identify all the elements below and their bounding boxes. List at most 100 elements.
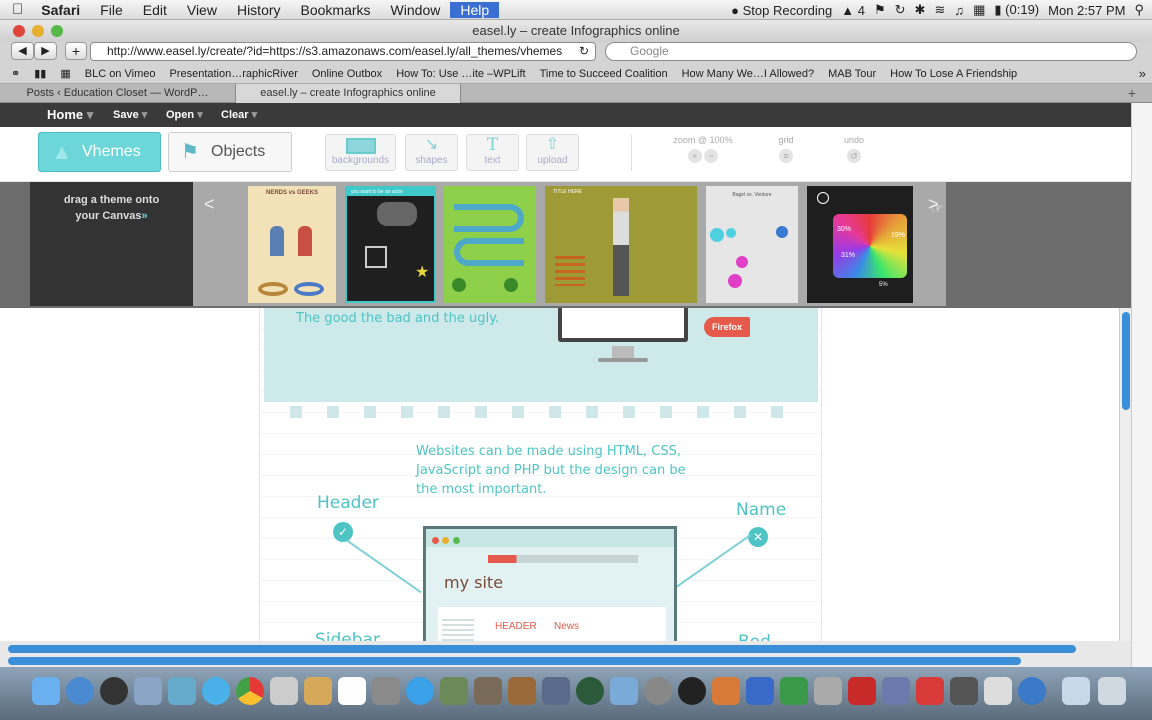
- tab-education-closet[interactable]: Posts ‹ Education Closet — WordP…: [0, 84, 236, 103]
- battery-status[interactable]: ▮ (0:19): [994, 2, 1039, 18]
- reading-list-icon[interactable]: ⚭: [0, 67, 27, 80]
- shapes-button[interactable]: ↘ shapes: [405, 134, 458, 171]
- theme-thumbnail-actor[interactable]: you want to be an actor ★: [345, 186, 436, 303]
- theme-thumbnail-bagel[interactable]: Bagel vs. Venture: [706, 186, 798, 303]
- chrome-icon[interactable]: [236, 677, 264, 705]
- bookmark-item[interactable]: How To Lose A Friendship: [883, 68, 1024, 80]
- menu-file[interactable]: File: [90, 2, 133, 18]
- bookmark-item[interactable]: Presentation…raphicRiver: [162, 68, 304, 80]
- downloads-stack-icon[interactable]: [1062, 677, 1090, 705]
- globe-icon[interactable]: [1018, 677, 1046, 705]
- body-label[interactable]: Bod: [738, 632, 771, 641]
- header-label[interactable]: Header: [317, 493, 379, 513]
- websites-text[interactable]: Websites can be made using HTML, CSS, Ja…: [416, 442, 686, 499]
- canvas-page[interactable]: The good the bad and the ugly. Firefox W…: [259, 308, 822, 641]
- reload-icon[interactable]: ↻: [579, 44, 589, 58]
- menu-window[interactable]: Window: [381, 2, 451, 18]
- menu-view[interactable]: View: [177, 2, 227, 18]
- excel-icon[interactable]: [780, 677, 808, 705]
- check-icon[interactable]: ✓: [333, 522, 353, 542]
- zoom-in-icon[interactable]: +: [687, 149, 702, 163]
- menu-safari[interactable]: Safari: [31, 2, 90, 18]
- acrobat-icon[interactable]: [848, 677, 876, 705]
- mockup-news-link[interactable]: News: [554, 621, 579, 632]
- close-x-icon[interactable]: ✕: [748, 527, 768, 547]
- add-bookmark-button[interactable]: +: [65, 42, 87, 60]
- apple-menu-icon[interactable]: : [0, 1, 31, 18]
- garageband-icon[interactable]: [508, 677, 536, 705]
- system-preferences-icon[interactable]: [644, 677, 672, 705]
- browser-mockup[interactable]: my site HEADER News: [423, 526, 677, 641]
- image-capture-icon[interactable]: [814, 677, 842, 705]
- time-machine-icon[interactable]: [576, 677, 604, 705]
- spotlight-icon[interactable]: ⚲: [1134, 2, 1144, 18]
- objects-button[interactable]: ⚑ Objects: [168, 132, 292, 172]
- stickies-icon[interactable]: [712, 677, 740, 705]
- mockup-header-link[interactable]: HEADER: [495, 621, 537, 632]
- minimize-window-button[interactable]: [32, 25, 44, 37]
- bookmark-item[interactable]: How Many We…I Allowed?: [675, 68, 821, 80]
- safari-icon[interactable]: [202, 677, 230, 705]
- camera-icon[interactable]: [678, 677, 706, 705]
- calendar-icon[interactable]: ▦: [973, 2, 985, 18]
- text-button[interactable]: T text: [466, 134, 519, 171]
- bookmark-item[interactable]: MAB Tour: [821, 68, 883, 80]
- imovie-icon[interactable]: [474, 677, 502, 705]
- name-label[interactable]: Name: [736, 500, 786, 520]
- grid-icon[interactable]: ≡: [779, 149, 793, 163]
- folder-icon[interactable]: [610, 677, 638, 705]
- script-editor-icon[interactable]: [882, 677, 910, 705]
- themes-prev-button[interactable]: <: [204, 194, 215, 215]
- back-button[interactable]: ◀: [11, 42, 34, 60]
- sync-icon[interactable]: ↻: [895, 2, 906, 18]
- theme-thumbnail-road[interactable]: [444, 186, 536, 303]
- address-book-icon[interactable]: [304, 677, 332, 705]
- mission-control-icon[interactable]: [542, 677, 570, 705]
- url-field[interactable]: http://www.easel.ly/create/?id=https://s…: [90, 42, 596, 61]
- app-store-icon[interactable]: [66, 677, 94, 705]
- bookmark-item[interactable]: Time to Succeed Coalition: [533, 68, 675, 80]
- horizontal-scroll-thumb[interactable]: [8, 645, 1076, 653]
- trash-icon[interactable]: [1098, 677, 1126, 705]
- search-field[interactable]: Google: [605, 42, 1137, 61]
- dashboard-icon[interactable]: [100, 677, 128, 705]
- firefox-tag[interactable]: Firefox: [704, 317, 750, 337]
- site-title[interactable]: my site: [444, 573, 503, 592]
- more-bookmarks-icon[interactable]: »: [1139, 66, 1146, 81]
- word-icon[interactable]: [746, 677, 774, 705]
- bookmarks-icon[interactable]: ▮▮: [27, 67, 53, 80]
- calculator-icon[interactable]: [270, 677, 298, 705]
- document-icon[interactable]: [984, 677, 1012, 705]
- theme-thumbnail-colorful-grid[interactable]: 30% 31% 19% 5%: [807, 186, 913, 303]
- wifi-icon[interactable]: ≋: [934, 2, 945, 18]
- tab-easelly[interactable]: easel.ly – create Infographics online: [236, 84, 461, 103]
- open-menu[interactable]: Open ▾: [166, 103, 203, 127]
- ai-indicator[interactable]: ▲ 4: [841, 3, 865, 18]
- vhemes-button[interactable]: ▲ Vhemes: [38, 132, 161, 172]
- menu-help[interactable]: Help: [450, 1, 500, 18]
- preview-icon[interactable]: [134, 677, 162, 705]
- zoom-out-icon[interactable]: −: [704, 149, 719, 163]
- finder-icon[interactable]: [32, 677, 60, 705]
- bookmark-item[interactable]: Online Outbox: [305, 68, 389, 80]
- itunes-icon[interactable]: [406, 677, 434, 705]
- clock[interactable]: Mon 2:57 PM: [1048, 3, 1125, 18]
- calendar-dock-icon[interactable]: [338, 677, 366, 705]
- save-menu[interactable]: Save ▾: [113, 103, 147, 127]
- bookmark-item[interactable]: How To: Use …ite –WPLift: [389, 68, 532, 80]
- horizontal-scroll-thumb-2[interactable]: [8, 657, 1021, 665]
- top-sites-icon[interactable]: ▦: [53, 67, 77, 80]
- theme-thumbnail-nerds-geeks[interactable]: NERDS vs GEEKS: [248, 186, 336, 303]
- volume-icon[interactable]: ♫: [954, 3, 964, 18]
- tagline[interactable]: The good the bad and the ugly.: [296, 311, 499, 326]
- menu-history[interactable]: History: [227, 2, 291, 18]
- printer-icon[interactable]: [950, 677, 978, 705]
- theme-thumbnail-person[interactable]: TITLE HERE: [545, 186, 697, 303]
- photos-icon[interactable]: [372, 677, 400, 705]
- monitor-graphic[interactable]: [558, 308, 688, 342]
- stop-recording-item[interactable]: ● Stop Recording: [731, 3, 832, 18]
- new-tab-icon[interactable]: +: [1128, 85, 1136, 101]
- forward-button[interactable]: ▶: [34, 42, 57, 60]
- undo-icon[interactable]: ↺: [847, 149, 861, 163]
- close-window-button[interactable]: [13, 25, 25, 37]
